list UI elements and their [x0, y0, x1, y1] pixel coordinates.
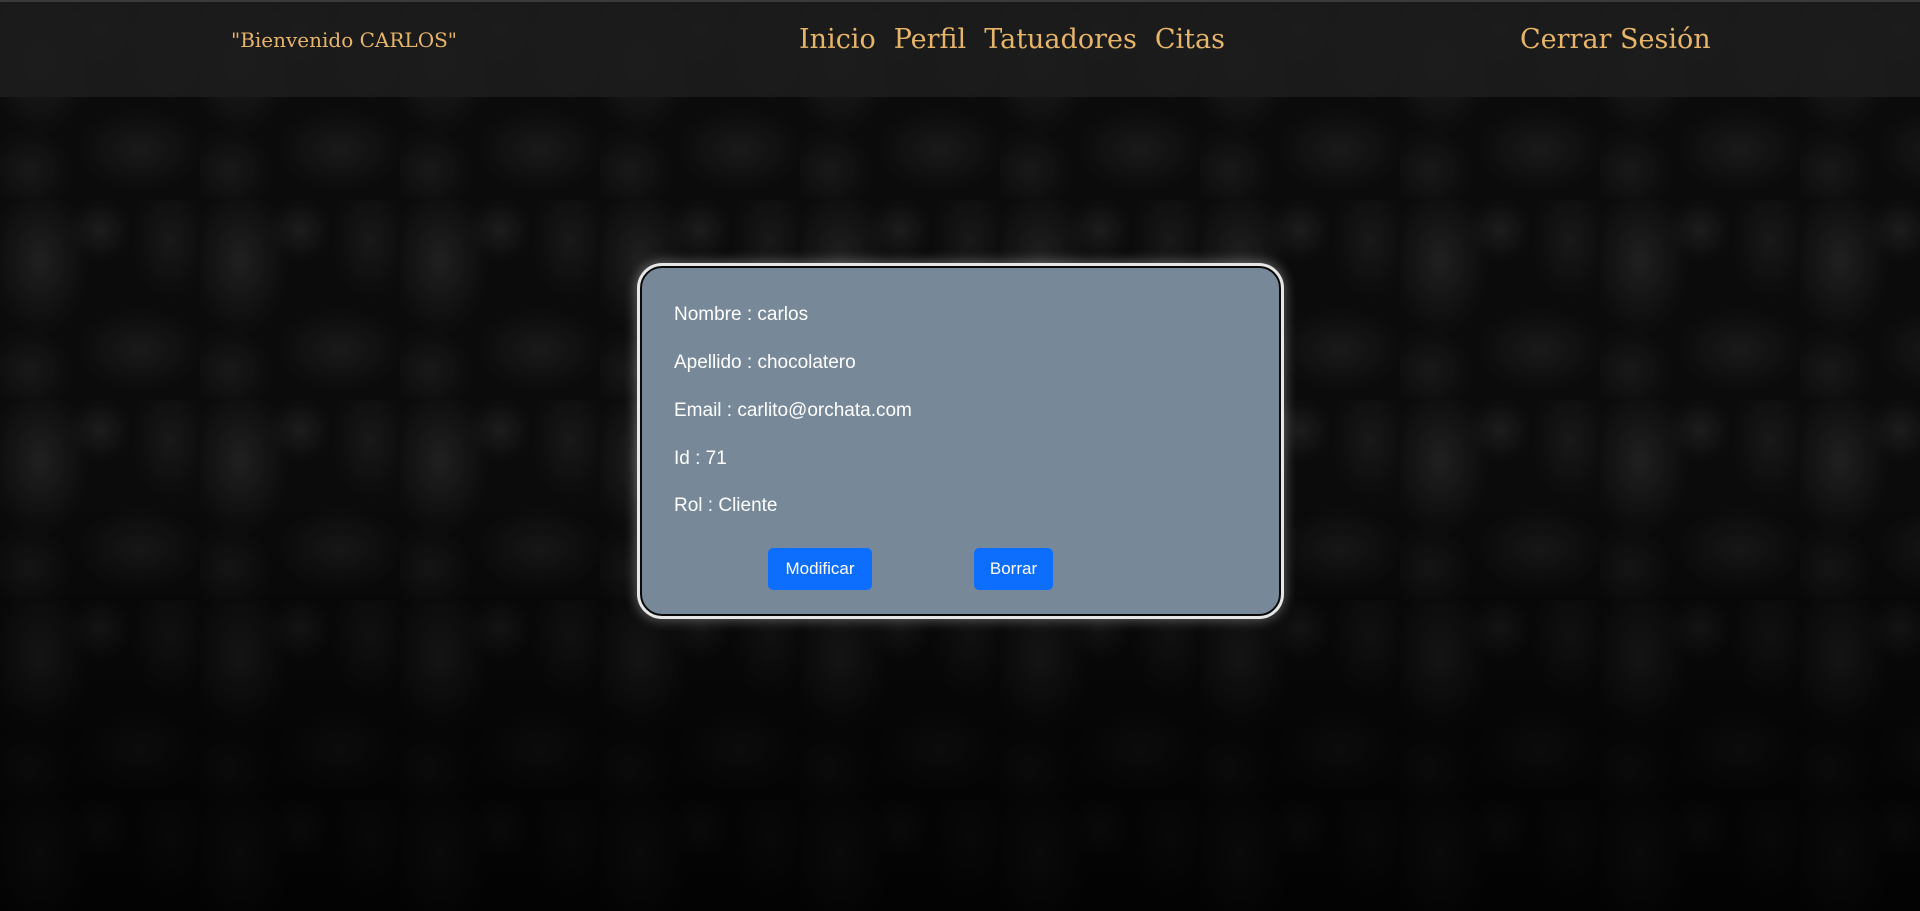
- nav-link-citas[interactable]: Citas: [1155, 24, 1225, 55]
- profile-apellido: Apellido : chocolatero: [674, 352, 856, 373]
- welcome-message: "Bienvenido CARLOS": [231, 28, 458, 52]
- profile-nombre: Nombre : carlos: [674, 304, 809, 325]
- nav-link-inicio[interactable]: Inicio: [799, 24, 876, 55]
- profile-email: Email : carlito@orchata.com: [674, 400, 912, 421]
- main-nav: Inicio Perfil Tatuadores Citas: [799, 24, 1225, 55]
- profile-card: Nombre : carlos Apellido : chocolatero E…: [640, 266, 1281, 616]
- nav-link-tatuadores[interactable]: Tatuadores: [984, 24, 1137, 55]
- profile-rol: Rol : Cliente: [674, 495, 778, 516]
- top-navbar: "Bienvenido CARLOS" Inicio Perfil Tatuad…: [0, 0, 1920, 97]
- modify-button[interactable]: Modificar: [768, 548, 872, 590]
- logout-link[interactable]: Cerrar Sesión: [1520, 24, 1711, 55]
- delete-button[interactable]: Borrar: [974, 548, 1053, 590]
- profile-id: Id : 71: [674, 448, 727, 469]
- nav-link-perfil[interactable]: Perfil: [894, 24, 966, 55]
